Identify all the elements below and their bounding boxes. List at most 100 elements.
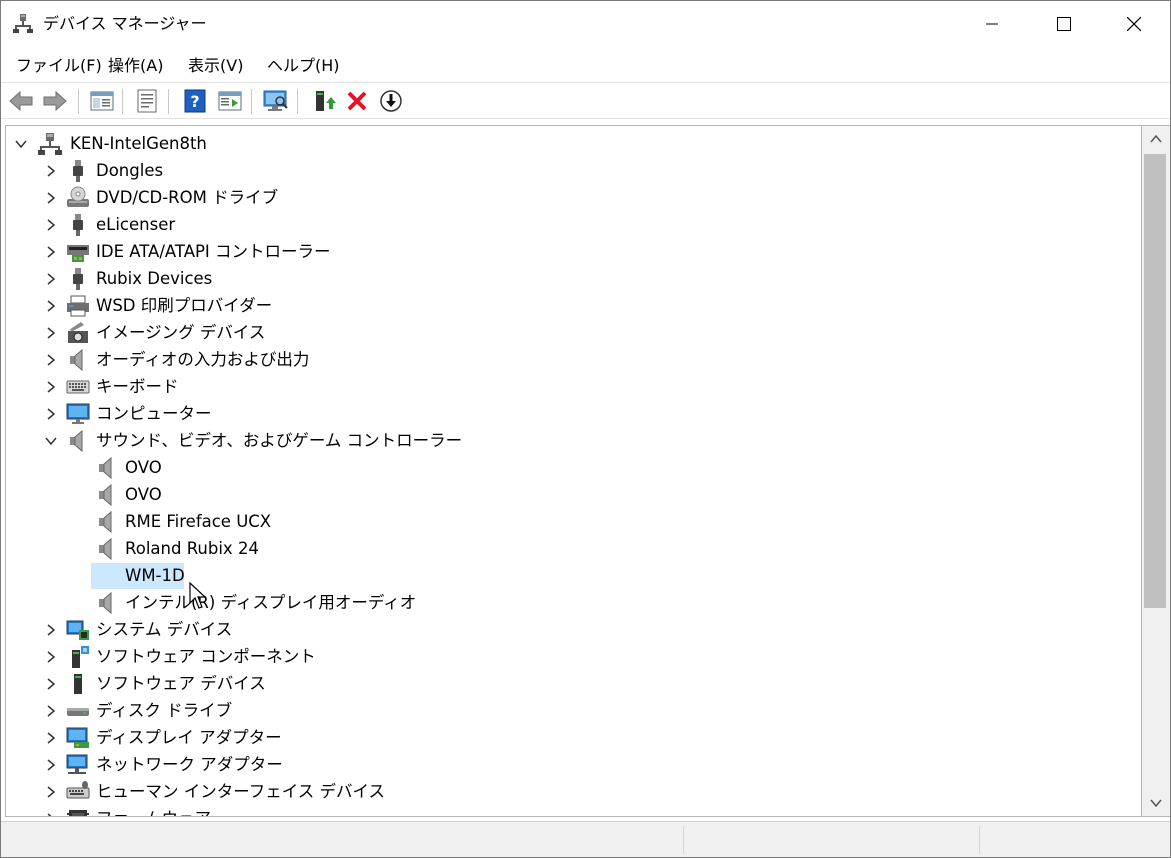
tree-category-more-6[interactable]: ヒューマン インターフェイス デバイス <box>6 779 606 805</box>
tree-node-label: RME Fireface UCX <box>125 512 272 531</box>
tree-category-more-0[interactable]: システム デバイス <box>6 617 606 643</box>
tree-category-4[interactable]: Rubix Devices <box>6 266 606 292</box>
chevron-right-icon[interactable] <box>44 704 58 718</box>
tree-category-more-5[interactable]: ネットワーク アダプター <box>6 752 606 778</box>
speaker-icon <box>99 591 112 615</box>
svg-text:?: ? <box>190 92 199 111</box>
back-icon <box>9 90 33 112</box>
toolbar-separator <box>78 89 79 114</box>
uninstall-device-icon <box>347 91 367 111</box>
minimize-button[interactable] <box>957 1 1027 47</box>
speaker-icon <box>70 348 83 372</box>
chevron-right-icon[interactable] <box>44 191 58 205</box>
close-icon <box>1127 17 1141 31</box>
chevron-down-icon[interactable] <box>14 137 28 151</box>
usb-icon <box>73 160 83 182</box>
printer-icon <box>67 295 89 317</box>
tree-category-0[interactable]: Dongles <box>6 158 606 184</box>
speaker-icon <box>99 483 112 507</box>
network-adapter-icon <box>66 754 88 774</box>
computer-name: KEN-IntelGen8th <box>70 134 207 153</box>
back-button[interactable] <box>8 88 34 114</box>
scan-hardware-button[interactable] <box>263 88 289 114</box>
tree-category-more-3[interactable]: ディスク ドライブ <box>6 698 606 724</box>
chevron-right-icon[interactable] <box>44 785 58 799</box>
uninstall-device-button[interactable] <box>344 88 370 114</box>
tree-device-5[interactable]: インテル(R) ディスプレイ用オーディオ <box>6 590 606 616</box>
tree-root-node[interactable]: KEN-IntelGen8th <box>6 131 406 157</box>
tree-node-label: Roland Rubix 24 <box>125 539 259 558</box>
tree-category-3[interactable]: IDE ATA/ATAPI コントローラー <box>6 239 606 265</box>
tree-category-more-1[interactable]: ソフトウェア コンポーネント <box>6 644 606 670</box>
tree-device-0[interactable]: OVO <box>6 455 606 481</box>
chevron-right-icon[interactable] <box>44 245 58 259</box>
tree-category-more-2[interactable]: ソフトウェア デバイス <box>6 671 606 697</box>
toolbar-separator <box>297 89 298 114</box>
tree-category-2[interactable]: eLicenser <box>6 212 606 238</box>
speaker-icon <box>99 537 112 561</box>
chevron-right-icon[interactable] <box>44 623 58 637</box>
tree-category-5[interactable]: WSD 印刷プロバイダー <box>6 293 606 319</box>
chevron-right-icon[interactable] <box>44 326 58 340</box>
scrollbar-thumb[interactable] <box>1144 154 1166 608</box>
chevron-right-icon[interactable] <box>44 758 58 772</box>
menu-help[interactable]: ヘルプ(H) <box>267 54 340 78</box>
tree-category-9[interactable]: コンピューター <box>6 401 606 427</box>
ide-controller-icon <box>67 245 89 262</box>
tree-category-8[interactable]: キーボード <box>6 374 606 400</box>
chevron-right-icon[interactable] <box>44 731 58 745</box>
menu-view[interactable]: 表示(V) <box>188 54 243 78</box>
action-pane-button[interactable] <box>217 88 243 114</box>
chevron-right-icon[interactable] <box>44 407 58 421</box>
chevron-right-icon[interactable] <box>44 650 58 664</box>
close-button[interactable] <box>1099 1 1169 47</box>
update-driver-button[interactable] <box>311 88 337 114</box>
toolbar-separator <box>122 89 123 114</box>
tree-node-label: eLicenser <box>96 215 176 234</box>
forward-icon <box>43 90 67 112</box>
tree-node-label: イメージング デバイス <box>96 323 266 342</box>
chevron-right-icon[interactable] <box>44 164 58 178</box>
chevron-down-icon[interactable] <box>44 434 58 448</box>
update-driver-icon <box>316 91 336 111</box>
scroll-down-icon[interactable] <box>1150 798 1162 808</box>
tree-node-label: WSD 印刷プロバイダー <box>96 296 273 315</box>
tree-node-label: DVD/CD-ROM ドライブ <box>96 188 279 207</box>
chevron-right-icon[interactable] <box>44 299 58 313</box>
maximize-button[interactable] <box>1029 1 1099 47</box>
speaker-icon <box>99 510 112 534</box>
tree-node-label: ネットワーク アダプター <box>96 755 283 774</box>
properties-button[interactable] <box>134 88 160 114</box>
chevron-right-icon[interactable] <box>44 812 58 817</box>
menu-file[interactable]: ファイル(F) <box>16 54 102 78</box>
chevron-right-icon[interactable] <box>44 272 58 286</box>
help-icon: ? <box>184 89 206 113</box>
title-bar: デバイス マネージャー <box>1 1 1170 47</box>
tree-category-1[interactable]: DVD/CD-ROM ドライブ <box>6 185 606 211</box>
tree-category-6[interactable]: イメージング デバイス <box>6 320 606 346</box>
disable-device-button[interactable] <box>378 88 404 114</box>
tree-category-7[interactable]: オーディオの入力および出力 <box>6 347 606 373</box>
tree-category-10[interactable]: サウンド、ビデオ、およびゲーム コントローラー <box>6 428 606 454</box>
tree-node-label: サウンド、ビデオ、およびゲーム コントローラー <box>96 431 463 450</box>
tree-device-4[interactable]: WM-1D <box>6 563 606 589</box>
chevron-right-icon[interactable] <box>44 353 58 367</box>
window-title: デバイス マネージャー <box>43 14 207 33</box>
menu-action[interactable]: 操作(A) <box>108 54 163 78</box>
minimize-icon <box>986 23 998 25</box>
tree-category-more-4[interactable]: ディスプレイ アダプター <box>6 725 606 751</box>
vertical-scrollbar[interactable] <box>1142 125 1170 817</box>
tree-device-3[interactable]: Roland Rubix 24 <box>6 536 606 562</box>
tree-device-2[interactable]: RME Fireface UCX <box>6 509 606 535</box>
tree-category-more-7[interactable]: ファームウェア <box>6 806 606 817</box>
usb-icon <box>73 214 83 236</box>
device-tree[interactable]: KEN-IntelGen8th Dongles DVD/CD-ROM ドライブ eL… <box>5 125 1142 817</box>
chevron-right-icon[interactable] <box>44 380 58 394</box>
help-button[interactable]: ? <box>182 88 208 114</box>
chevron-right-icon[interactable] <box>44 677 58 691</box>
show-hide-console-tree-button[interactable] <box>89 88 115 114</box>
scroll-up-icon[interactable] <box>1150 134 1162 144</box>
forward-button[interactable] <box>42 88 68 114</box>
tree-device-1[interactable]: OVO <box>6 482 606 508</box>
chevron-right-icon[interactable] <box>44 218 58 232</box>
